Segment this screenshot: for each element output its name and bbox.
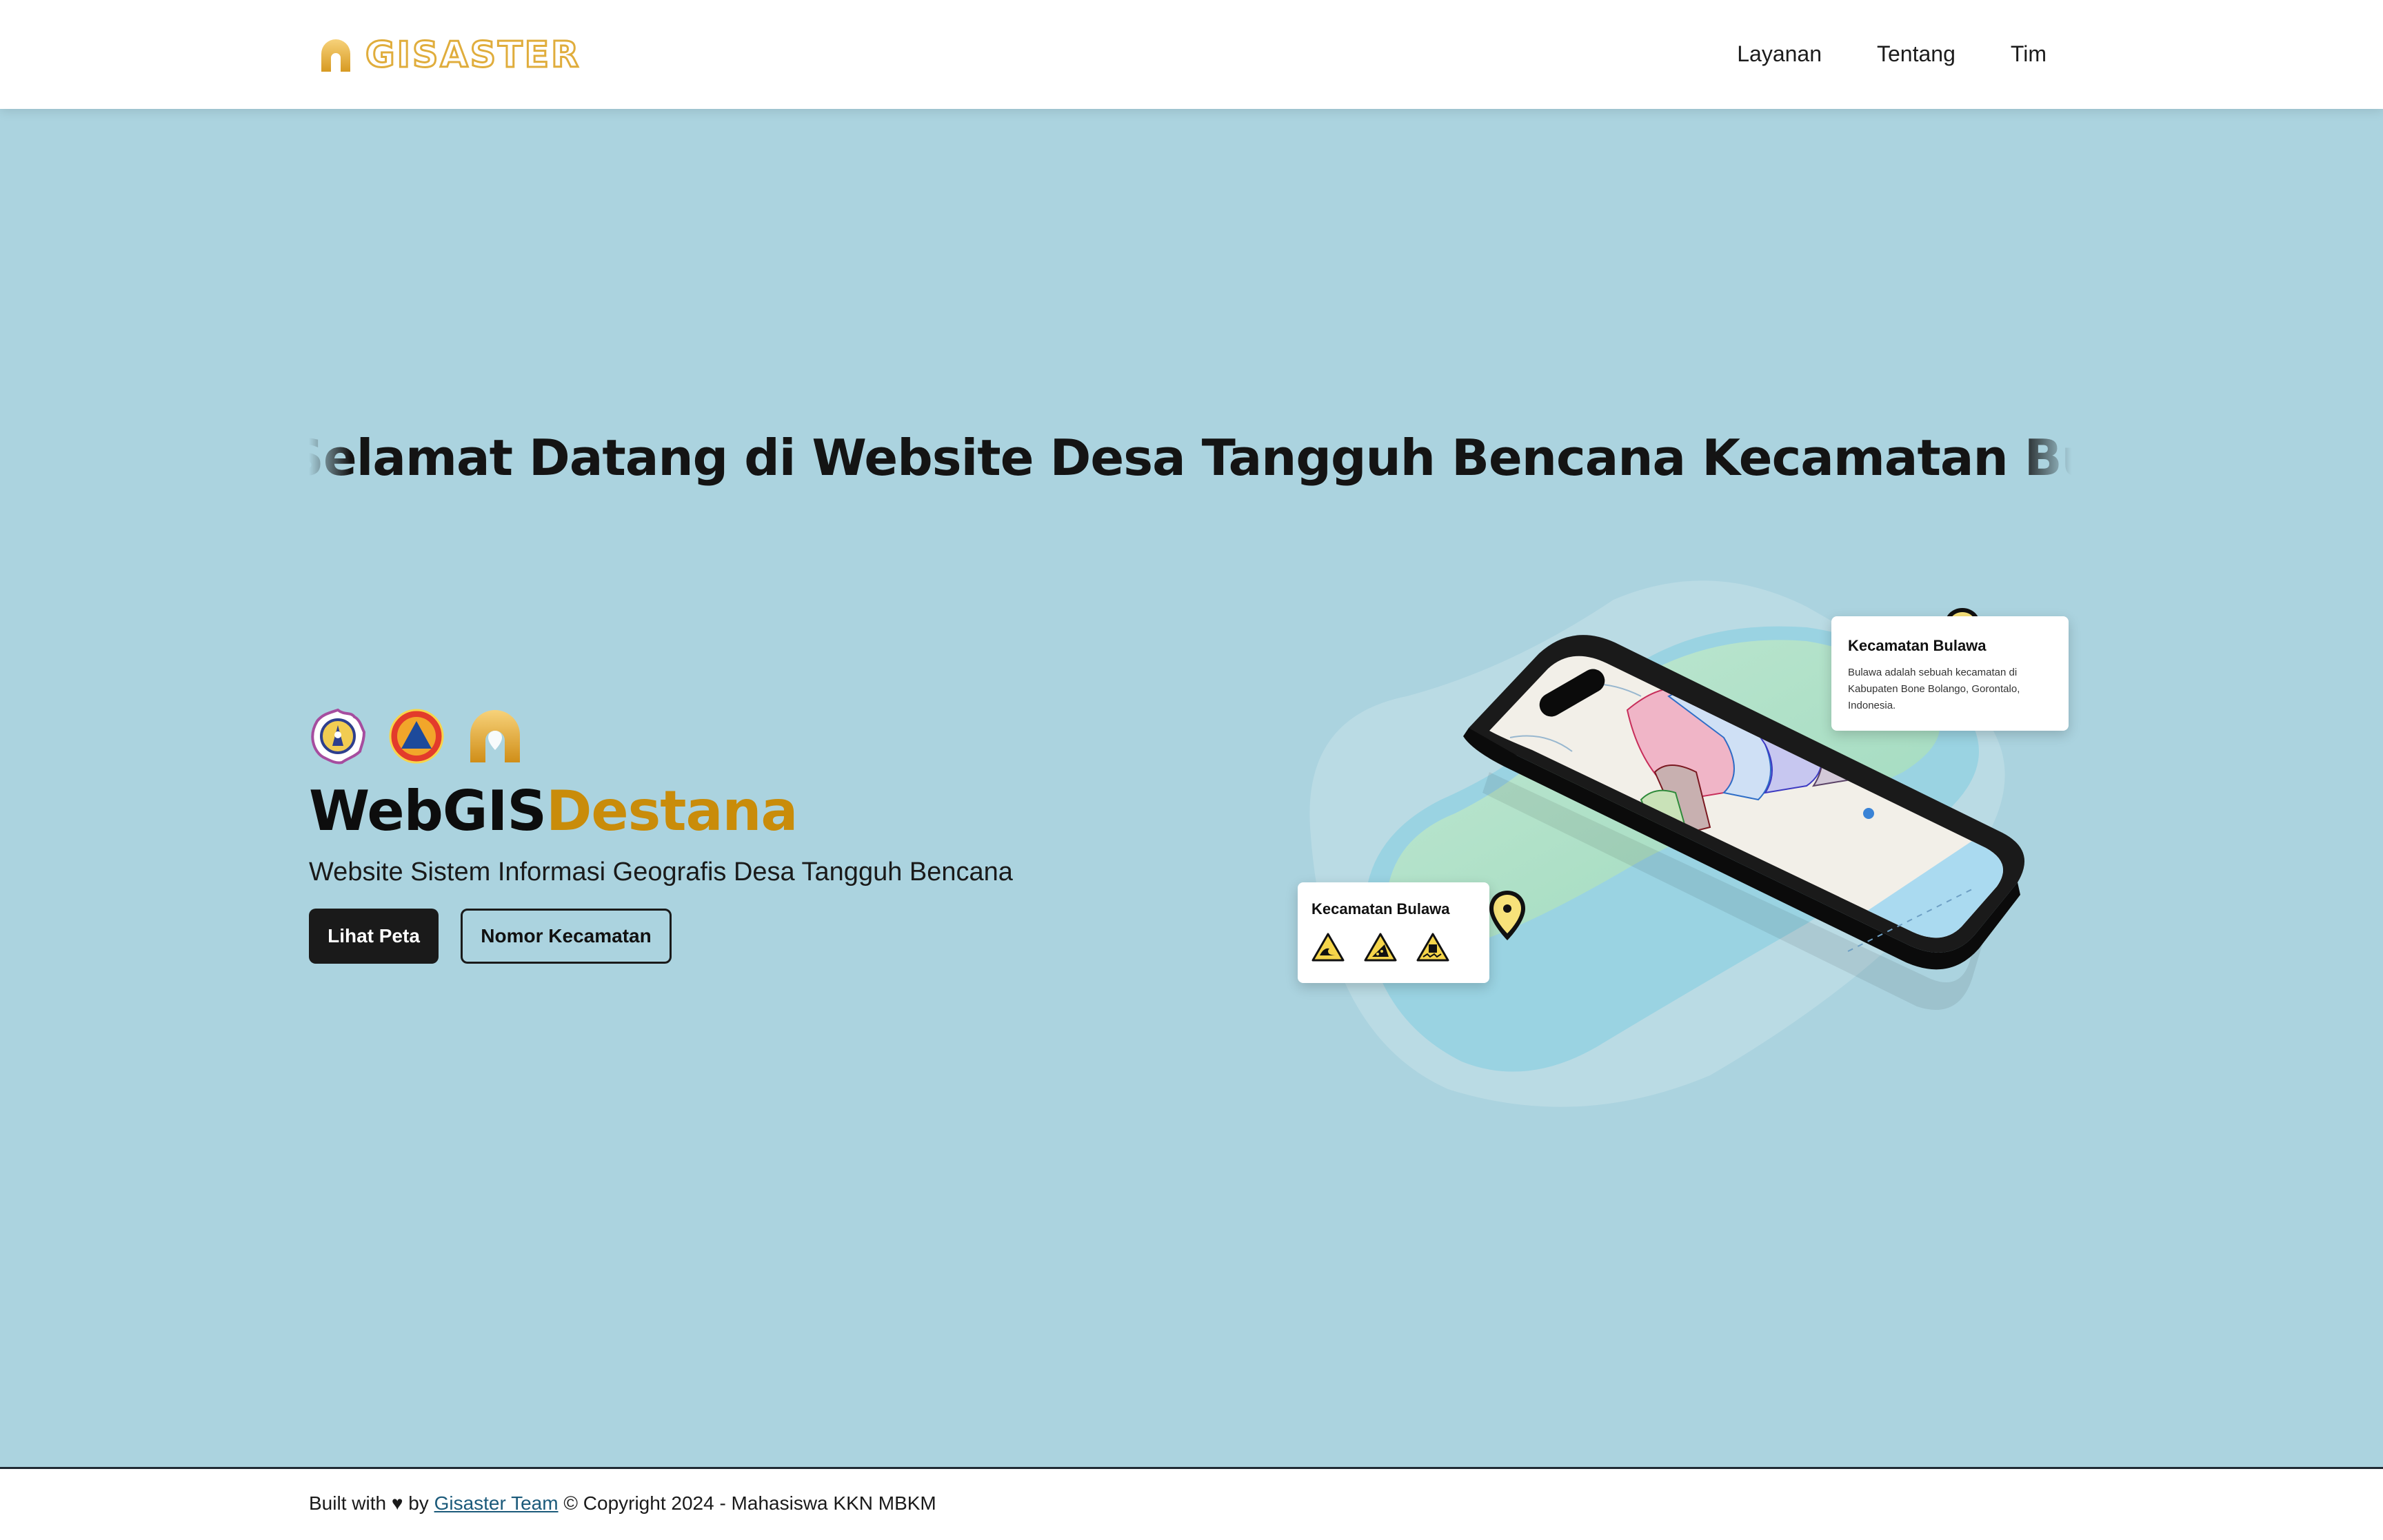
navbar: GISASTER Layanan Tentang Tim	[0, 0, 2383, 109]
gisaster-team-link[interactable]: Gisaster Team	[434, 1492, 559, 1514]
brand-logo[interactable]: GISASTER	[319, 33, 581, 77]
nomor-kecamatan-button[interactable]: Nomor Kecamatan	[461, 909, 672, 964]
hero-title-destana: Destana	[545, 779, 798, 843]
hero-subtitle: Website Sistem Informasi Geografis Desa …	[309, 858, 1013, 886]
hero-title: WebGISDestana	[309, 779, 798, 843]
footer-prefix: Built with ♥ by	[309, 1492, 429, 1514]
bone-bolango-emblem-icon	[311, 708, 366, 764]
tsunami-icon	[1311, 933, 1345, 962]
landslide-icon	[1364, 933, 1397, 962]
kecamatan-info-title: Kecamatan Bulawa	[1848, 637, 1987, 654]
lihat-peta-button[interactable]: Lihat Peta	[309, 909, 439, 964]
footer-copyright: © Copyright 2024 - Mahasiswa KKN MBKM	[563, 1492, 936, 1514]
nav-link-tim[interactable]: Tim	[2011, 37, 2047, 70]
hero-title-webgis: WebGIS	[309, 779, 547, 843]
kecamatan-info-desc: Bulawa adalah sebuah kecamatan di Kabupa…	[1848, 667, 2020, 711]
welcome-marquee-text: Selamat Datang di Website Desa Tangguh B…	[309, 429, 2071, 487]
gisaster-logo-icon	[321, 39, 350, 72]
earthquake-icon	[1416, 933, 1449, 962]
kecamatan-hazard-title: Kecamatan Bulawa	[1311, 900, 1450, 918]
nav-link-tentang[interactable]: Tentang	[1877, 37, 1955, 70]
bnpb-logo-icon	[389, 709, 444, 764]
footer-credit: Built with ♥ by Gisaster Team © Copyrigh…	[309, 1492, 936, 1514]
gisaster-emblem-icon	[470, 710, 520, 762]
welcome-marquee: Selamat Datang di Website Desa Tangguh B…	[309, 414, 2071, 503]
nav-menu: Layanan Tentang Tim	[1737, 37, 2047, 70]
hazard-icon-row	[1311, 932, 1476, 962]
brand-name: GISASTER	[364, 34, 581, 77]
kecamatan-hazard-card: Kecamatan Bulawa	[1298, 882, 1489, 983]
footer: Built with ♥ by Gisaster Team © Copyrigh…	[0, 1467, 2383, 1540]
nav-link-layanan[interactable]: Layanan	[1737, 37, 1822, 70]
kecamatan-info-card: Kecamatan Bulawa Bulawa adalah sebuah ke…	[1831, 616, 2069, 731]
partner-logos	[309, 707, 524, 765]
